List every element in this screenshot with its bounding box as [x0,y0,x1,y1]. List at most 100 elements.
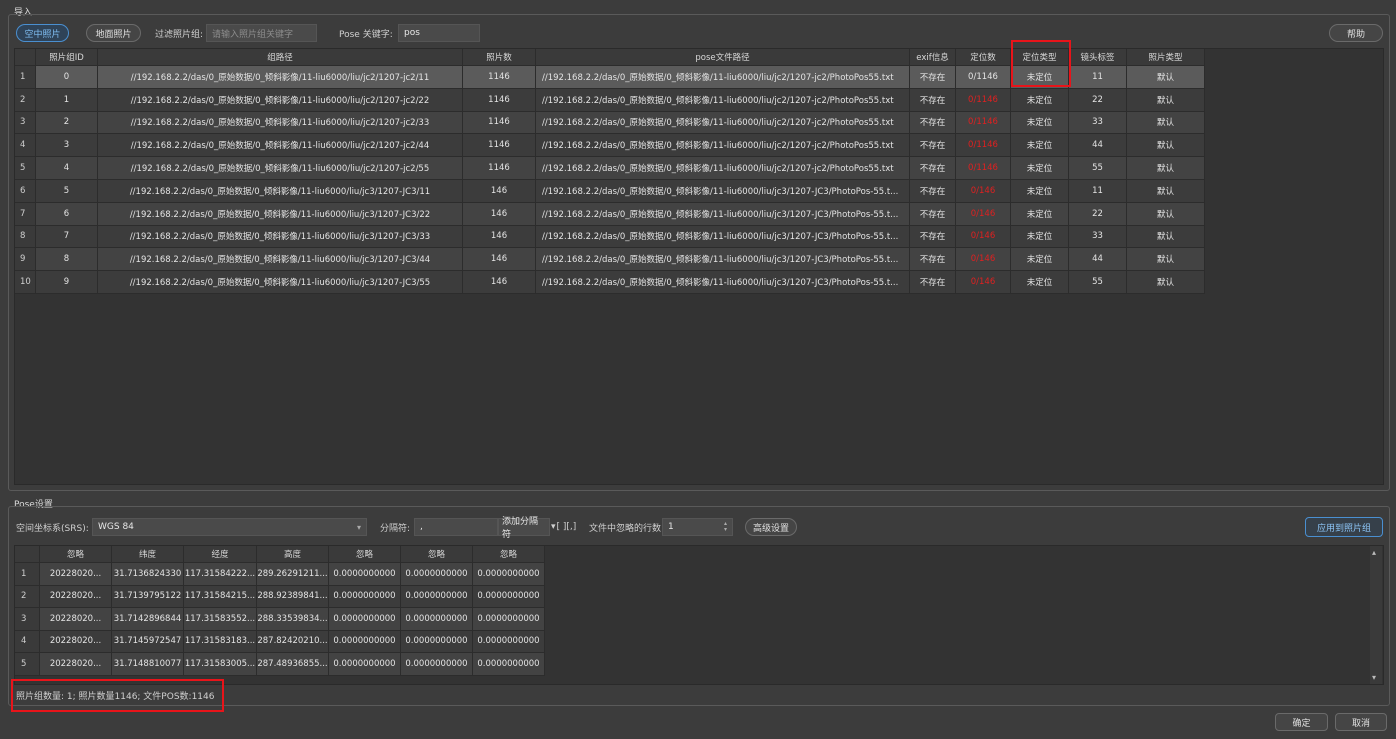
pose-cell[interactable]: 0.0000000000 [401,653,473,676]
pose-path-cell[interactable]: //192.168.2.2/das/0_原始数据/0_倾斜影像/11-liu60… [536,66,910,89]
pose-cell[interactable]: 0.0000000000 [473,653,545,676]
col-header-group-id[interactable]: 照片组ID [36,49,98,66]
group-id-cell[interactable]: 8 [36,248,98,272]
photo-count-cell[interactable]: 1146 [463,66,536,89]
photo-type-cell[interactable]: 默认 [1127,225,1205,249]
pose-path-cell[interactable]: //192.168.2.2/das/0_原始数据/0_倾斜影像/11-liu60… [536,202,910,226]
add-separator-combo[interactable]: 添加分隔符 [498,517,550,540]
col-header-located[interactable]: 定位数 [956,49,1011,66]
group-path-cell[interactable]: //192.168.2.2/das/0_原始数据/0_倾斜影像/11-liu60… [98,225,463,249]
photo-count-cell[interactable]: 1146 [463,134,536,158]
photo-count-cell[interactable]: 146 [463,179,536,203]
lens-tag-cell[interactable]: 55 [1069,157,1127,180]
exif-cell[interactable]: 不存在 [910,88,956,112]
exif-cell[interactable]: 不存在 [910,66,956,89]
table-row[interactable]: 6 5//192.168.2.2/das/0_原始数据/0_倾斜影像/11-liu… [15,179,1205,203]
cancel-button[interactable]: 取消 [1335,713,1387,731]
table-row[interactable]: 1 20228020... 31.7136824330 117.31584222...… [15,563,545,586]
pose-cell[interactable]: 20228020... [40,630,112,653]
pose-cell[interactable]: 287.82420210... [257,630,329,653]
group-path-cell[interactable]: //192.168.2.2/das/0_原始数据/0_倾斜影像/11-liu60… [98,179,463,203]
located-count-cell[interactable]: 0/1146 [956,111,1011,135]
lens-tag-cell[interactable]: 11 [1069,66,1127,89]
col-header-photo-count[interactable]: 照片数 [463,49,536,66]
pose-cell[interactable]: 20228020... [40,585,112,608]
pose-cell[interactable]: 289.26291211... [257,563,329,586]
table-row[interactable]: 5 4//192.168.2.2/das/0_原始数据/0_倾斜影像/11-liu… [15,157,1205,180]
pose-cell[interactable]: 0.0000000000 [329,563,401,586]
pose-cell[interactable]: 0.0000000000 [473,608,545,631]
row-number[interactable]: 10 [15,271,36,294]
pose-cell[interactable]: 0.0000000000 [401,563,473,586]
pose-cell[interactable]: 0.0000000000 [401,608,473,631]
table-row[interactable]: 10 9//192.168.2.2/das/0_原始数据/0_倾斜影像/11-li… [15,271,1205,294]
group-path-cell[interactable]: //192.168.2.2/das/0_原始数据/0_倾斜影像/11-liu60… [98,157,463,180]
pose-cell[interactable]: 31.7139795122 [112,585,184,608]
scroll-up-icon[interactable]: ▴ [1372,548,1376,557]
pose-path-cell[interactable]: //192.168.2.2/das/0_原始数据/0_倾斜影像/11-liu60… [536,111,910,135]
pose-path-cell[interactable]: //192.168.2.2/das/0_原始数据/0_倾斜影像/11-liu60… [536,157,910,180]
photo-type-cell[interactable]: 默认 [1127,134,1205,158]
locate-type-cell[interactable]: 未定位 [1011,88,1069,112]
exif-cell[interactable]: 不存在 [910,111,956,135]
exif-cell[interactable]: 不存在 [910,225,956,249]
located-count-cell[interactable]: 0/146 [956,225,1011,249]
locate-type-cell[interactable]: 未定位 [1011,225,1069,249]
tab-ground-photos[interactable]: 地面照片 [86,24,141,42]
lens-tag-cell[interactable]: 55 [1069,271,1127,294]
lens-tag-cell[interactable]: 33 [1069,225,1127,249]
located-count-cell[interactable]: 0/146 [956,179,1011,203]
group-path-cell[interactable]: //192.168.2.2/das/0_原始数据/0_倾斜影像/11-liu60… [98,248,463,272]
locate-type-cell[interactable]: 未定位 [1011,179,1069,203]
pose-table-scrollbar[interactable]: ▴ ▾ [1370,546,1382,684]
photo-count-cell[interactable]: 146 [463,271,536,294]
pose-key-input[interactable]: pos [398,24,480,42]
exif-cell[interactable]: 不存在 [910,202,956,226]
lens-tag-cell[interactable]: 33 [1069,111,1127,135]
table-row[interactable]: 3 20228020... 31.7142896844 117.31583552...… [15,608,545,631]
photo-count-cell[interactable]: 1146 [463,111,536,135]
exif-cell[interactable]: 不存在 [910,134,956,158]
pose-cell[interactable]: 0.0000000000 [329,630,401,653]
photo-type-cell[interactable]: 默认 [1127,157,1205,180]
row-number[interactable]: 7 [15,202,36,226]
photo-count-cell[interactable]: 1146 [463,157,536,180]
located-count-cell[interactable]: 0/1146 [956,66,1011,89]
group-id-cell[interactable]: 2 [36,111,98,135]
located-count-cell[interactable]: 0/146 [956,248,1011,272]
group-path-cell[interactable]: //192.168.2.2/das/0_原始数据/0_倾斜影像/11-liu60… [98,66,463,89]
group-path-cell[interactable]: //192.168.2.2/das/0_原始数据/0_倾斜影像/11-liu60… [98,134,463,158]
group-path-cell[interactable]: //192.168.2.2/das/0_原始数据/0_倾斜影像/11-liu60… [98,111,463,135]
group-id-cell[interactable]: 0 [36,66,98,89]
exif-cell[interactable]: 不存在 [910,157,956,180]
lens-tag-cell[interactable]: 22 [1069,88,1127,112]
skip-lines-spinbox[interactable]: 1 ▴ ▾ [662,518,733,536]
pose-cell[interactable]: 288.92389841... [257,585,329,608]
group-id-cell[interactable]: 6 [36,202,98,226]
located-count-cell[interactable]: 0/146 [956,271,1011,294]
pose-cell[interactable]: 117.31583005... [184,653,257,676]
advanced-settings-button[interactable]: 高级设置 [745,518,797,536]
table-row[interactable]: 5 20228020... 31.7148810077 117.31583005...… [15,653,545,676]
col-header-lens-tag[interactable]: 镜头标签 [1069,49,1127,66]
pose-cell[interactable]: 31.7142896844 [112,608,184,631]
row-number[interactable]: 4 [15,134,36,158]
pose-col-header[interactable]: 经度 [184,546,257,563]
pose-cell[interactable]: 0.0000000000 [329,653,401,676]
help-button[interactable]: 帮助 [1329,24,1383,42]
pose-col-header[interactable]: 纬度 [112,546,184,563]
pose-cell[interactable]: 287.48936855... [257,653,329,676]
pose-cell[interactable]: 20228020... [40,653,112,676]
photo-type-cell[interactable]: 默认 [1127,179,1205,203]
lens-tag-cell[interactable]: 11 [1069,179,1127,203]
col-header-photo-type[interactable]: 照片类型 [1127,49,1205,66]
group-path-cell[interactable]: //192.168.2.2/das/0_原始数据/0_倾斜影像/11-liu60… [98,271,463,294]
located-count-cell[interactable]: 0/1146 [956,134,1011,158]
locate-type-cell[interactable]: 未定位 [1011,271,1069,294]
row-number[interactable]: 8 [15,225,36,249]
exif-cell[interactable]: 不存在 [910,248,956,272]
lens-tag-cell[interactable]: 44 [1069,248,1127,272]
lens-tag-cell[interactable]: 22 [1069,202,1127,226]
table-row[interactable]: 7 6 //192.168.2.2/das/0_原始数据/0_倾斜影像/11-liu… [15,202,1205,226]
locate-type-cell[interactable]: 未定位 [1011,157,1069,180]
